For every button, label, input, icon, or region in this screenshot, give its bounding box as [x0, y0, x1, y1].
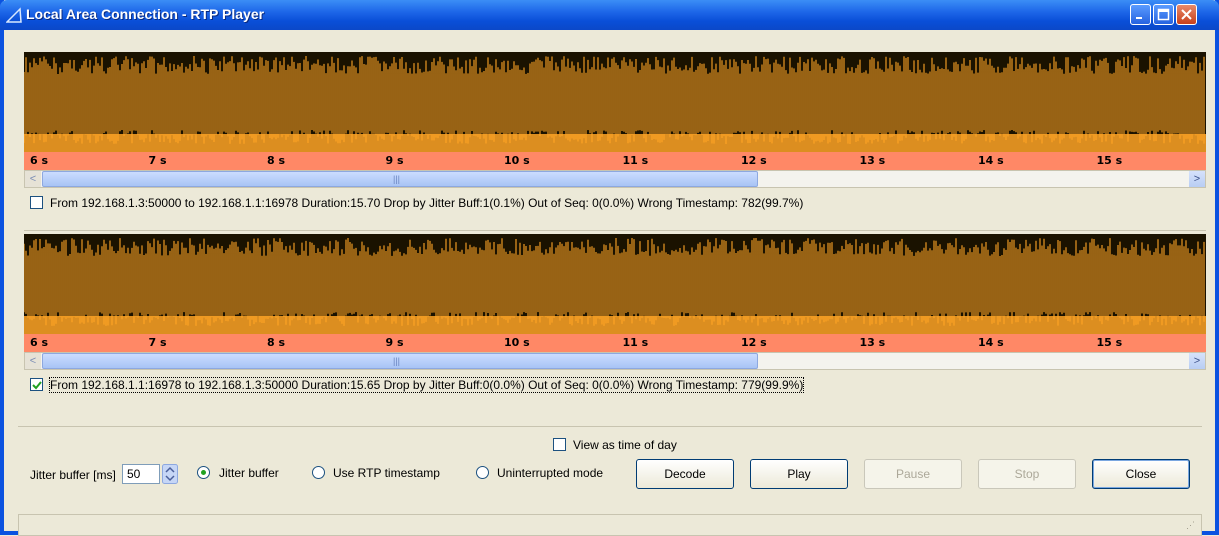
minimize-icon	[1136, 17, 1142, 19]
waveform-1[interactable]	[24, 52, 1206, 152]
time-tick: 15 s	[1096, 154, 1123, 167]
view-time-of-day-label: View as time of day	[573, 438, 677, 452]
jitter-buffer-input[interactable]	[122, 464, 160, 484]
stream-label-1: From 192.168.1.3:50000 to 192.168.1.1:16…	[50, 196, 804, 210]
controls-separator	[18, 426, 1202, 427]
stream-checkbox-2[interactable]	[30, 378, 43, 391]
time-tick: 14 s	[978, 154, 1004, 167]
stream-row-1[interactable]: From 192.168.1.3:50000 to 192.168.1.1:16…	[24, 192, 1206, 214]
check-icon	[32, 381, 42, 390]
thumb-grip-icon: |||	[393, 174, 401, 184]
time-tick: 11 s	[622, 154, 649, 167]
title-bar[interactable]: Local Area Connection - RTP Player	[0, 0, 1219, 30]
time-tick: 13 s	[859, 336, 886, 349]
scroll-right-icon[interactable]: >	[1189, 171, 1205, 187]
mode-uninterrupted-radio[interactable]	[476, 466, 489, 479]
pause-button[interactable]: Pause	[864, 459, 962, 489]
time-tick: 15 s	[1096, 336, 1123, 349]
time-tick: 7 s	[148, 336, 167, 349]
player-content: 6 s 7 s 8 s 9 s 10 s 11 s 12 s 13 s 14 s 15 s < |…	[4, 30, 1215, 536]
play-button[interactable]: Play	[750, 459, 848, 489]
status-bar: ⋰	[18, 514, 1202, 536]
time-tick: 9 s	[385, 336, 404, 349]
spinner-icon[interactable]	[162, 464, 178, 484]
time-tick: 6 s	[30, 154, 49, 167]
close-icon	[1181, 9, 1192, 20]
stream-separator	[24, 230, 1206, 231]
app-icon	[5, 7, 22, 23]
scroll-thumb-1[interactable]: |||	[42, 171, 758, 187]
view-time-of-day-checkbox[interactable]	[553, 438, 566, 451]
window-title: Local Area Connection - RTP Player	[26, 6, 265, 22]
mode-rtp-timestamp-label: Use RTP timestamp	[333, 466, 440, 480]
time-tick: 8 s	[267, 154, 286, 167]
scrollbar-2[interactable]: < ||| >	[24, 352, 1206, 370]
rtp-player-window: Local Area Connection - RTP Player 6 s 7 …	[0, 0, 1219, 536]
time-tick: 14 s	[978, 336, 1004, 349]
time-tick: 13 s	[859, 154, 886, 167]
mode-jitter-label: Jitter buffer	[219, 466, 279, 480]
scroll-left-icon[interactable]: <	[25, 171, 41, 187]
timeline-1: 6 s 7 s 8 s 9 s 10 s 11 s 12 s 13 s 14 s 15 s	[24, 152, 1206, 170]
scrollbar-1[interactable]: < ||| >	[24, 170, 1206, 188]
minimize-button[interactable]	[1130, 4, 1151, 25]
scroll-left-icon[interactable]: <	[25, 353, 41, 369]
mode-jitter-radio[interactable]	[197, 466, 210, 479]
stream-row-2[interactable]: From 192.168.1.1:16978 to 192.168.1.3:50…	[24, 374, 1206, 396]
time-tick: 10 s	[504, 336, 530, 349]
waveform-2[interactable]	[24, 234, 1206, 334]
stream-checkbox-1[interactable]	[30, 196, 43, 209]
close-window-button[interactable]	[1176, 4, 1197, 25]
maximize-button[interactable]	[1153, 4, 1174, 25]
time-tick: 12 s	[741, 154, 767, 167]
time-tick: 11 s	[622, 336, 649, 349]
jitter-buffer-label: Jitter buffer [ms]	[30, 468, 116, 482]
close-button[interactable]: Close	[1092, 459, 1190, 489]
timeline-2: 6 s 7 s 8 s 9 s 10 s 11 s 12 s 13 s 14 s 15 s	[24, 334, 1206, 352]
scroll-thumb-2[interactable]: |||	[42, 353, 758, 369]
time-tick: 10 s	[504, 154, 530, 167]
scroll-right-icon[interactable]: >	[1189, 353, 1205, 369]
mode-rtp-timestamp-radio[interactable]	[312, 466, 325, 479]
thumb-grip-icon: |||	[393, 356, 401, 366]
decode-button[interactable]: Decode	[636, 459, 734, 489]
time-tick: 6 s	[30, 336, 49, 349]
time-tick: 12 s	[741, 336, 767, 349]
mode-uninterrupted-label: Uninterrupted mode	[497, 466, 604, 480]
time-tick: 8 s	[267, 336, 286, 349]
stop-button[interactable]: Stop	[978, 459, 1076, 489]
time-tick: 9 s	[385, 154, 404, 167]
time-tick: 7 s	[148, 154, 167, 167]
stream-label-2: From 192.168.1.1:16978 to 192.168.1.3:50…	[48, 377, 805, 393]
maximize-icon	[1157, 8, 1170, 21]
resize-grip-icon[interactable]: ⋰	[1186, 520, 1195, 531]
